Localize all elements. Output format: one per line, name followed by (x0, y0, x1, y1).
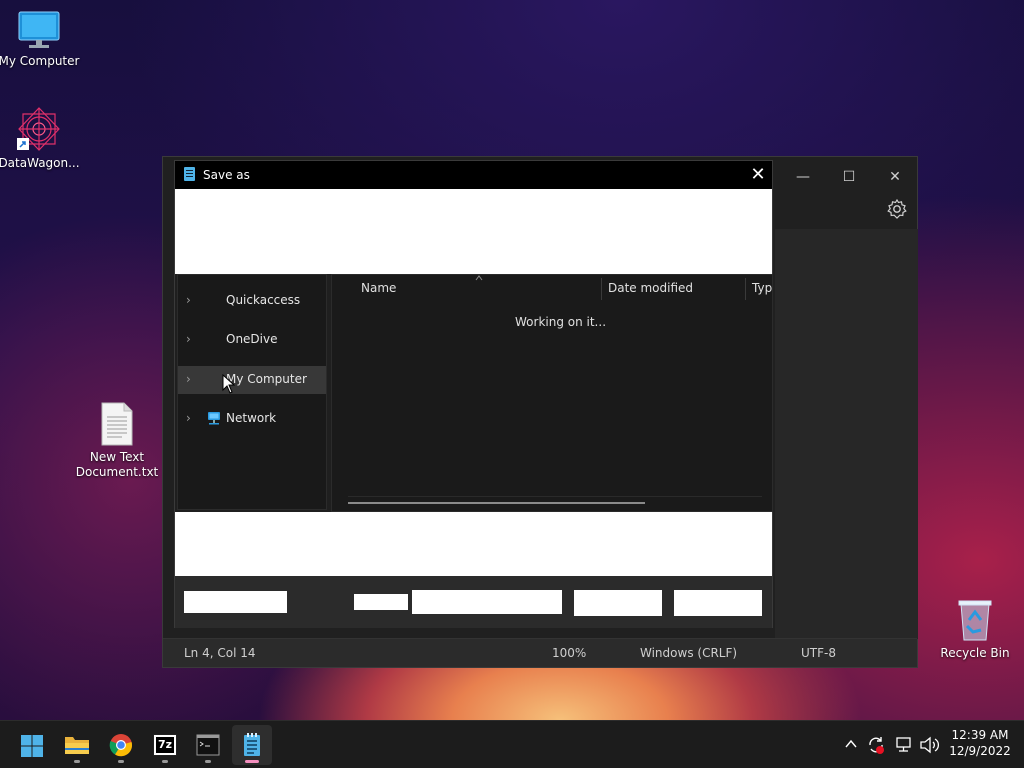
clock-date: 12/9/2022 (949, 744, 1011, 758)
running-indicator (118, 760, 124, 763)
filename-area (175, 512, 772, 576)
notepad-icon (244, 733, 260, 756)
taskbar: 7z 12:39 AM 12/9/2022 (0, 720, 1024, 768)
7zip-label: 7z (156, 737, 174, 753)
encoding-select[interactable] (412, 590, 562, 614)
sort-caret-icon (475, 275, 483, 281)
mouse-cursor-icon (222, 374, 236, 394)
dialog-close-button[interactable]: ✕ (746, 163, 770, 187)
desktop-icon-label: DataWagon... (0, 156, 80, 170)
column-header-date-modified[interactable]: Date modified (608, 275, 693, 301)
nav-item-my-computer[interactable]: › My Computer (178, 366, 326, 394)
column-header-name[interactable]: Name (361, 275, 396, 301)
7zip-icon: 7z (153, 734, 177, 756)
clock-time: 12:39 AM (951, 728, 1009, 742)
chevron-right-icon[interactable]: › (186, 293, 191, 307)
running-indicator (205, 760, 211, 763)
datawagon-shortcut-icon (17, 107, 60, 151)
folder-icon (65, 737, 89, 754)
minimize-button[interactable]: — (783, 163, 823, 191)
loading-message: Working on it... (515, 315, 607, 329)
recycle-bin-icon (958, 600, 992, 641)
column-header-type[interactable]: Typ (752, 275, 772, 301)
chevron-right-icon[interactable]: › (186, 411, 191, 425)
file-list-pane: Name Date modified Typ Working on it... (331, 274, 773, 512)
cursor-position: Ln 4, Col 14 (184, 646, 256, 660)
status-bar: Ln 4, Col 14 100% Windows (CRLF) UTF-8 (163, 638, 917, 667)
column-divider[interactable] (601, 278, 602, 300)
desktop-icon-new-text-document[interactable]: New Text Document.txt (72, 402, 162, 480)
taskbar-7zip[interactable]: 7z (145, 725, 185, 765)
desktop-icon-my-computer[interactable]: My Computer (0, 10, 84, 69)
nav-item-onedrive[interactable]: › OneDive (178, 326, 326, 354)
taskbar-file-explorer[interactable] (57, 725, 97, 765)
encoding: UTF-8 (801, 646, 836, 660)
desktop-icon-label: My Computer (0, 54, 80, 68)
chrome-icon (109, 734, 133, 757)
line-ending: Windows (CRLF) (640, 646, 738, 660)
taskbar-start[interactable] (12, 725, 52, 765)
windows-start-icon (21, 735, 43, 757)
save-button[interactable] (574, 590, 662, 616)
running-indicator (162, 760, 168, 763)
nav-item-label: Network (226, 411, 277, 425)
dialog-button-bar (175, 576, 772, 628)
column-divider[interactable] (745, 278, 746, 300)
notepad-icon (184, 167, 195, 181)
taskbar-chrome[interactable] (101, 725, 141, 765)
chevron-up-icon[interactable] (844, 738, 858, 750)
network-icon (208, 412, 220, 425)
dialog-title-bar: Save as ✕ (175, 161, 772, 189)
maximize-button[interactable]: ☐ (829, 163, 869, 191)
zoom-level: 100% (552, 646, 587, 660)
active-indicator (245, 760, 259, 763)
dialog-title: Save as (203, 168, 250, 182)
desktop-icon-recycle-bin[interactable]: Recycle Bin (930, 598, 1020, 661)
desktop-icon-label: New Text Document.txt (75, 450, 159, 479)
encoding-label (354, 594, 408, 610)
save-as-dialog: Save as ✕ › Quickaccess › OneDive › My C… (174, 160, 773, 628)
desktop-icon-label: Recycle Bin (940, 646, 1010, 660)
volume-icon[interactable] (919, 736, 939, 754)
scrollbar-track (348, 496, 762, 497)
monitor-icon (18, 11, 60, 48)
gear-icon[interactable] (885, 197, 909, 221)
terminal-icon (196, 734, 220, 756)
system-clock[interactable]: 12:39 AM 12/9/2022 (944, 727, 1016, 759)
desktop-icon-datawagon[interactable]: DataWagon... (0, 106, 84, 171)
nav-item-label: Quickaccess (226, 293, 301, 307)
nav-item-label: OneDive (226, 332, 278, 346)
taskbar-notepad[interactable] (232, 725, 272, 765)
nav-item-label: My Computer (226, 372, 307, 386)
close-window-button[interactable]: ✕ (875, 163, 915, 191)
sync-alert-icon[interactable] (866, 735, 886, 755)
chevron-right-icon[interactable]: › (186, 372, 191, 386)
address-toolbar-area (175, 189, 772, 274)
navigation-pane: › Quickaccess › OneDive › My Computer › … (177, 274, 327, 510)
cancel-button[interactable] (674, 590, 762, 616)
editor-area[interactable] (775, 229, 918, 639)
horizontal-scrollbar[interactable] (348, 502, 645, 504)
nav-item-quickaccess[interactable]: › Quickaccess (178, 287, 326, 315)
running-indicator (74, 760, 80, 763)
hide-folders-button[interactable] (184, 591, 287, 613)
nav-item-network[interactable]: › Network (178, 405, 326, 433)
taskbar-terminal[interactable] (188, 725, 228, 765)
text-file-icon (101, 402, 133, 446)
chevron-right-icon[interactable]: › (186, 332, 191, 346)
network-status-icon[interactable] (895, 736, 913, 754)
